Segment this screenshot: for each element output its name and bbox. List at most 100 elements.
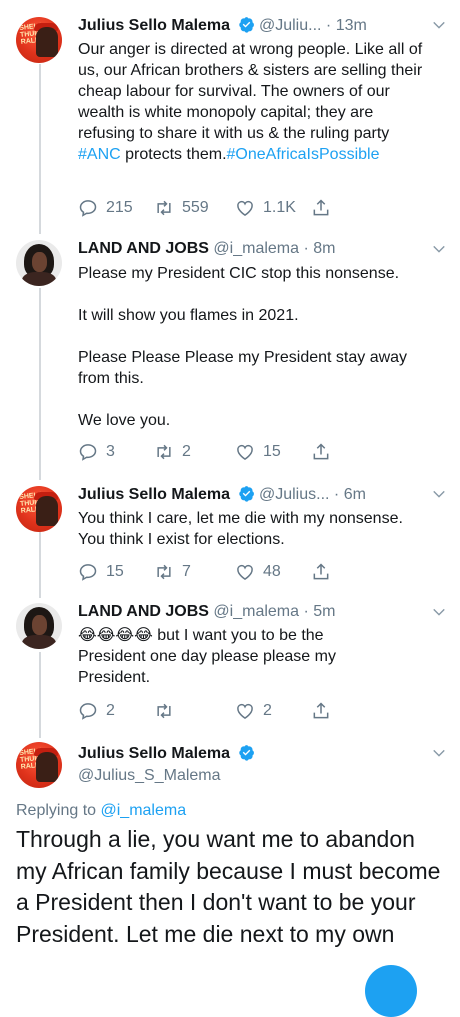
retweet-button[interactable]: 2 <box>154 441 191 463</box>
chevron-down-icon[interactable] <box>432 18 446 32</box>
display-name[interactable]: LAND AND JOBS <box>78 240 209 257</box>
reply-button[interactable]: 3 <box>78 441 115 463</box>
tweet[interactable]: LAND AND JOBS @i_malema · 5m 😂😂😂😂 but I … <box>0 597 460 737</box>
like-count: 2 <box>263 702 272 719</box>
reply-icon <box>79 444 97 461</box>
chevron-down-icon[interactable] <box>432 746 446 760</box>
tweet-header: LAND AND JOBS @i_malema · 5m <box>78 603 446 625</box>
heart-icon <box>237 200 253 216</box>
heart-icon <box>237 444 253 460</box>
avatar-person <box>36 496 58 526</box>
verified-badge-icon <box>238 486 254 502</box>
avatar-body <box>22 272 56 286</box>
emoji-laughing: 😂😂😂😂 <box>78 627 153 644</box>
avatar-person <box>36 752 58 782</box>
avatar[interactable] <box>16 240 62 286</box>
separator-dot: · <box>303 240 309 257</box>
retweet-button[interactable] <box>154 700 182 722</box>
chevron-down-icon[interactable] <box>432 605 446 619</box>
avatar[interactable]: SHELA THUPA RALLY <box>16 486 62 532</box>
verified-badge-icon <box>238 17 254 33</box>
tweet-actions: 2 2 <box>78 700 448 722</box>
user-handle[interactable]: @i_malema <box>213 240 299 257</box>
reply-button[interactable]: 2 <box>78 700 115 722</box>
like-button[interactable]: 1.1K <box>235 197 296 219</box>
replying-prefix: Replying to <box>16 802 101 819</box>
share-icon <box>313 199 329 216</box>
share-button[interactable] <box>311 700 331 722</box>
heart-icon <box>237 564 253 580</box>
tweet-text: Our anger is directed at wrong people. L… <box>78 39 428 165</box>
timestamp[interactable]: 5m <box>313 603 335 620</box>
tweet-header: Julius Sello Malema <box>78 744 446 766</box>
reply-icon <box>79 564 97 581</box>
tweet-text-part: protects them. <box>120 146 227 163</box>
avatar-face <box>32 252 47 272</box>
avatar[interactable] <box>16 603 62 649</box>
share-button[interactable] <box>311 561 331 583</box>
user-handle[interactable]: @Juliu... <box>259 17 321 34</box>
tweet-actions: 3 2 15 <box>78 441 448 463</box>
user-handle[interactable]: @i_malema <box>213 603 299 620</box>
timestamp[interactable]: 13m <box>336 17 367 34</box>
like-count: 15 <box>263 443 281 460</box>
reply-button[interactable]: 15 <box>78 561 124 583</box>
reply-count: 2 <box>106 702 115 719</box>
like-count: 1.1K <box>263 199 296 216</box>
tweet-text: 😂😂😂😂 but I want you to be the President … <box>78 625 368 688</box>
tweet[interactable]: SHELA THUPA RALLY Julius Sello Malema @J… <box>0 477 460 597</box>
retweet-count: 2 <box>182 443 191 460</box>
tweet-header: Julius Sello Malema @Julius... · 6m <box>78 485 446 507</box>
share-icon <box>313 702 329 719</box>
display-name[interactable]: Julius Sello Malema <box>78 745 230 762</box>
share-button[interactable] <box>311 441 331 463</box>
like-button[interactable]: 48 <box>235 561 281 583</box>
tweet[interactable]: SHELA THUPA RALLY Julius Sello Malema @J… <box>0 0 460 232</box>
share-icon <box>313 443 329 460</box>
separator-dot: · <box>303 603 309 620</box>
retweet-count: 559 <box>182 199 209 216</box>
tweet-actions: 15 7 48 <box>78 561 448 583</box>
retweet-icon <box>157 703 171 719</box>
chevron-down-icon[interactable] <box>432 487 446 501</box>
tweet-text: Please my President CIC stop this nonsen… <box>78 265 408 429</box>
verified-badge-icon <box>238 745 254 761</box>
like-count: 48 <box>263 563 281 580</box>
retweet-button[interactable]: 559 <box>154 197 209 219</box>
tweet-text-part: Our anger is directed at wrong people. L… <box>78 41 427 142</box>
compose-button[interactable] <box>365 965 417 1017</box>
user-handle[interactable]: @Julius... <box>259 486 329 503</box>
like-button[interactable]: 2 <box>235 700 272 722</box>
reply-button[interactable]: 215 <box>78 197 133 219</box>
tweet-header: Julius Sello Malema @Juliu... · 13m <box>78 16 446 38</box>
share-button[interactable] <box>311 197 331 219</box>
avatar[interactable]: SHELA THUPA RALLY <box>16 17 62 63</box>
avatar[interactable]: SHELA THUPA RALLY <box>16 742 62 788</box>
avatar-body <box>22 635 56 649</box>
hashtag-link[interactable]: #ANC <box>78 146 121 163</box>
user-handle[interactable]: @Julius_S_Malema <box>78 767 221 785</box>
reply-count: 215 <box>106 199 133 216</box>
retweet-icon <box>157 444 171 460</box>
display-name[interactable]: Julius Sello Malema <box>78 486 230 503</box>
like-button[interactable]: 15 <box>235 441 281 463</box>
display-name[interactable]: Julius Sello Malema <box>78 17 230 34</box>
tweet[interactable]: LAND AND JOBS @i_malema · 8m Please my P… <box>0 232 460 477</box>
chevron-down-icon[interactable] <box>432 242 446 256</box>
reply-icon <box>79 703 97 720</box>
reply-count: 15 <box>106 563 124 580</box>
share-icon <box>313 563 329 580</box>
reply-count: 3 <box>106 443 115 460</box>
tweet-actions: 215 559 1.1K <box>78 197 448 219</box>
avatar-person <box>36 27 58 57</box>
replying-to-link[interactable]: @i_malema <box>101 802 187 819</box>
retweet-icon <box>157 200 171 216</box>
hashtag-link[interactable]: #OneAfricaIsPossible <box>227 146 380 163</box>
display-name[interactable]: LAND AND JOBS <box>78 603 209 620</box>
separator-dot: · <box>333 486 340 503</box>
retweet-button[interactable]: 7 <box>154 561 191 583</box>
timestamp[interactable]: 6m <box>344 486 366 503</box>
timestamp[interactable]: 8m <box>313 240 335 257</box>
tweet-header: LAND AND JOBS @i_malema · 8m <box>78 240 446 262</box>
tweet-text: You think I care, let me die with my non… <box>78 510 408 548</box>
